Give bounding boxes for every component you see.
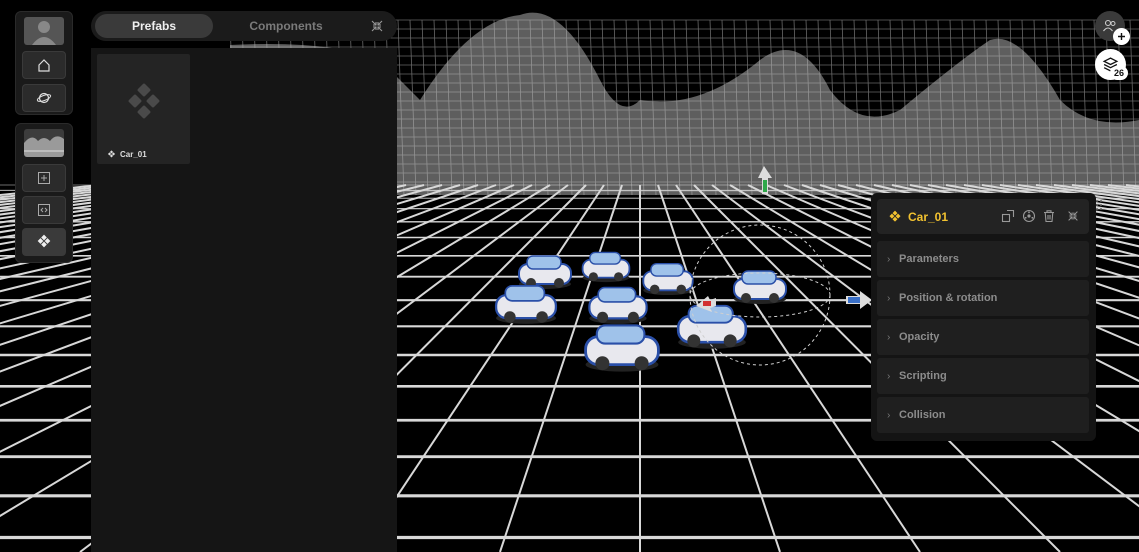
prefab-diamond-icon bbox=[107, 150, 116, 158]
add-object-button[interactable] bbox=[22, 164, 66, 192]
collapse-icon[interactable] bbox=[1066, 209, 1080, 223]
car-wheel bbox=[723, 334, 737, 348]
section-opacity[interactable]: › Opacity bbox=[877, 319, 1089, 355]
car-window bbox=[595, 324, 646, 345]
car-wheel bbox=[536, 311, 548, 323]
car-wheel bbox=[504, 311, 516, 323]
home-button[interactable] bbox=[22, 51, 66, 79]
collapse-panel-button[interactable] bbox=[369, 18, 385, 34]
car-window bbox=[526, 255, 562, 270]
section-label: Parameters bbox=[899, 253, 959, 265]
prefab-list: Car_01 bbox=[91, 48, 397, 552]
code-button[interactable] bbox=[22, 196, 66, 224]
car-window bbox=[650, 262, 684, 277]
drag-handle[interactable] bbox=[1095, 199, 1103, 213]
chevron-right-icon: › bbox=[887, 370, 891, 382]
trash-icon[interactable] bbox=[1042, 209, 1056, 223]
car-wheel bbox=[554, 278, 564, 288]
chevron-right-icon: › bbox=[887, 292, 891, 304]
prefab-panel: Prefabs Components Car_01 bbox=[91, 11, 397, 552]
section-collision[interactable]: › Collision bbox=[877, 397, 1089, 433]
section-label: Opacity bbox=[899, 331, 940, 343]
car-wheel bbox=[741, 293, 751, 303]
home-icon bbox=[38, 59, 50, 72]
layers-count-badge: 26 bbox=[1110, 66, 1128, 80]
section-scripting[interactable]: › Scripting bbox=[877, 358, 1089, 394]
car-window bbox=[687, 304, 734, 324]
code-icon bbox=[38, 204, 50, 216]
collapse-icon bbox=[371, 20, 383, 32]
car-wheel bbox=[597, 311, 609, 323]
prefabs-button[interactable] bbox=[22, 228, 66, 256]
car-wheel bbox=[769, 293, 779, 303]
chevron-right-icon: › bbox=[887, 331, 891, 343]
settings-dial-icon[interactable] bbox=[1022, 209, 1036, 223]
prefab-item-label: Car_01 bbox=[107, 150, 147, 159]
properties-title: Car_01 bbox=[908, 210, 949, 224]
properties-panel: Car_01 › Parameters › Position & rotation … bbox=[871, 193, 1102, 441]
drag-handle-icon bbox=[1096, 200, 1102, 210]
car-wheel bbox=[634, 356, 649, 371]
car-window bbox=[597, 286, 637, 303]
add-user-button[interactable] bbox=[1113, 28, 1130, 45]
section-label: Scripting bbox=[899, 370, 947, 382]
car-wheel bbox=[627, 311, 639, 323]
car-wheel bbox=[687, 334, 701, 348]
section-label: Collision bbox=[899, 409, 946, 421]
section-label: Position & rotation bbox=[899, 292, 998, 304]
section-position-rotation[interactable]: › Position & rotation bbox=[877, 280, 1089, 316]
prefab-thumbnail-icon bbox=[128, 83, 160, 119]
car-wheel bbox=[595, 356, 610, 371]
orbit-button[interactable] bbox=[22, 84, 66, 112]
terrain-thumbnail[interactable] bbox=[24, 129, 64, 157]
left-toolbar-tools bbox=[15, 123, 73, 263]
car-wheel bbox=[614, 272, 624, 282]
avatar-icon[interactable] bbox=[24, 17, 64, 45]
car-wheel bbox=[588, 272, 598, 282]
tab-prefabs[interactable]: Prefabs bbox=[95, 14, 213, 38]
car-window bbox=[589, 251, 622, 265]
car-wheel bbox=[676, 284, 687, 295]
properties-header: Car_01 bbox=[877, 199, 1089, 234]
car-wheel bbox=[649, 284, 660, 295]
car-window bbox=[504, 285, 546, 302]
unlink-icon[interactable] bbox=[1001, 209, 1015, 223]
layers-count: 26 bbox=[1113, 68, 1124, 78]
section-parameters[interactable]: › Parameters bbox=[877, 241, 1089, 277]
chevron-right-icon: › bbox=[887, 409, 891, 421]
prefab-diamond-icon bbox=[889, 210, 901, 222]
plus-icon bbox=[1118, 33, 1125, 40]
panel-tabs: Prefabs Components bbox=[91, 11, 397, 41]
chevron-right-icon: › bbox=[887, 253, 891, 265]
prefab-item-name: Car_01 bbox=[120, 150, 147, 159]
prefab-card[interactable]: Car_01 bbox=[97, 54, 190, 164]
left-toolbar-top bbox=[15, 11, 73, 115]
tab-components[interactable]: Components bbox=[227, 14, 345, 38]
orbit-icon bbox=[36, 92, 52, 104]
add-icon bbox=[38, 172, 50, 184]
prefab-diamond-icon bbox=[37, 234, 51, 248]
